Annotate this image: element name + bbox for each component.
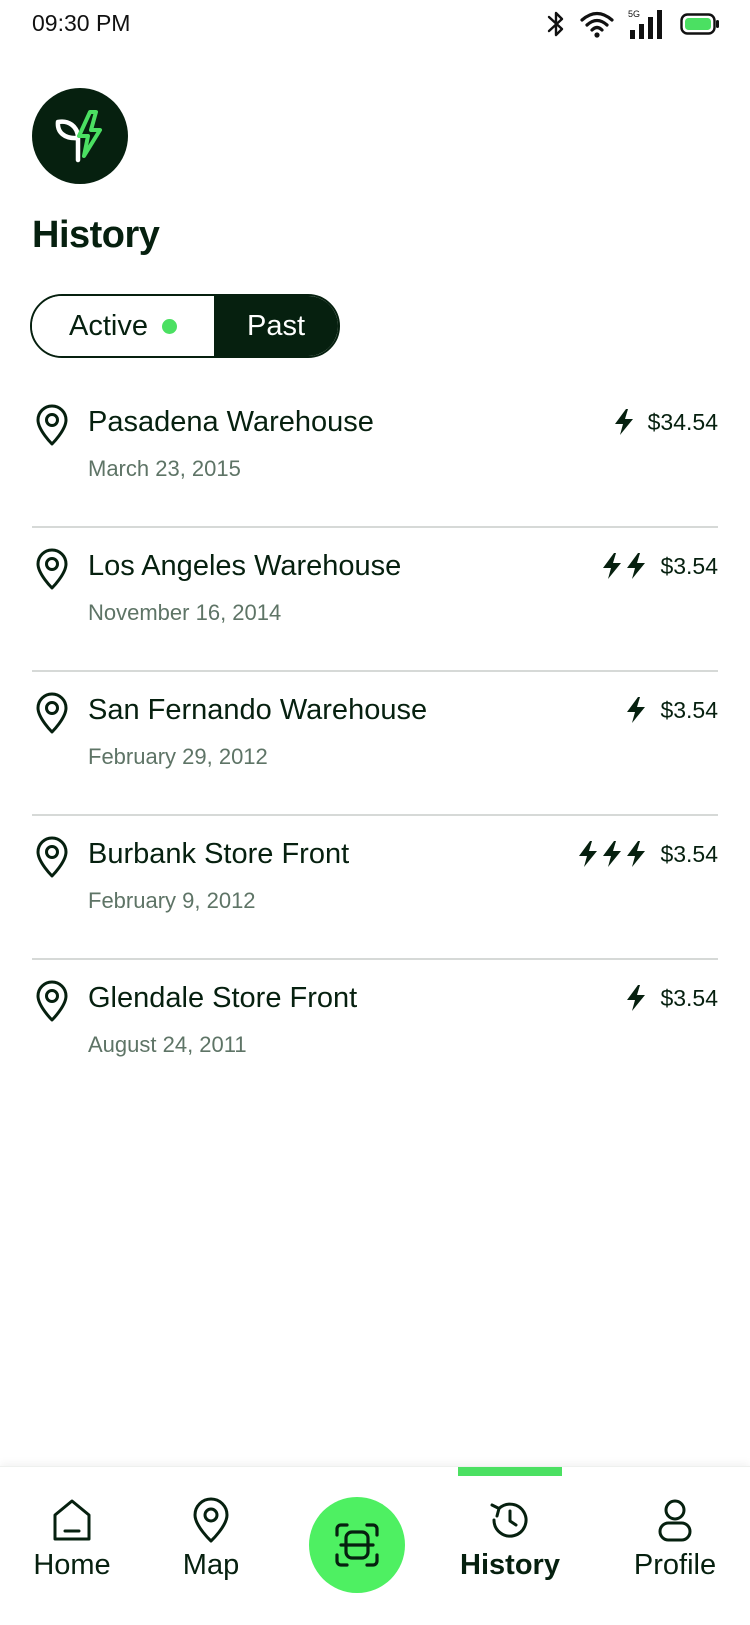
item-price: $34.54 <box>647 408 718 435</box>
item-date: August 24, 2011 <box>88 1032 247 1057</box>
active-status-dot <box>161 318 177 334</box>
item-name: San Fernando Warehouse <box>88 694 428 726</box>
history-list: Pasadena Warehouse March 23, 2015 $34.54… <box>32 384 718 1104</box>
bolt-icon <box>603 841 622 867</box>
nav-item-map[interactable]: Map <box>176 1497 246 1582</box>
item-price: $3.54 <box>660 984 718 1011</box>
leaf-bolt-logo-icon <box>55 110 102 163</box>
charge-level <box>624 696 648 724</box>
item-meta: $3.54 <box>624 984 718 1012</box>
tab-past-label: Past <box>246 309 306 342</box>
list-item[interactable]: San Fernando Warehouse February 29, 2012… <box>32 672 718 816</box>
bolt-icon <box>627 985 646 1011</box>
tab-active[interactable]: Active <box>32 296 214 356</box>
battery-icon <box>680 13 719 35</box>
item-meta: $3.54 <box>576 840 718 868</box>
bolt-icon <box>627 697 646 723</box>
tab-active-label: Active <box>69 309 148 342</box>
charge-level <box>612 408 636 436</box>
charge-level <box>600 552 648 580</box>
location-pin-icon <box>36 548 68 590</box>
location-pin-icon <box>36 404 68 446</box>
bolt-icon <box>627 841 646 867</box>
nav-label-home: Home <box>33 1549 111 1581</box>
list-item[interactable]: Los Angeles Warehouse November 16, 2014 … <box>32 528 718 672</box>
item-meta: $34.54 <box>612 408 718 436</box>
location-pin-icon <box>36 980 68 1022</box>
item-meta: $3.54 <box>624 696 718 724</box>
charge-level <box>576 840 648 868</box>
item-name: Los Angeles Warehouse <box>88 550 402 582</box>
item-name: Burbank Store Front <box>88 838 350 870</box>
nav-item-home[interactable]: Home <box>30 1497 114 1582</box>
nav-item-history[interactable]: History <box>456 1497 564 1582</box>
item-date: March 23, 2015 <box>88 456 241 481</box>
status-time: 09:30 PM <box>32 10 131 36</box>
list-item[interactable]: Burbank Store Front February 9, 2012 $3.… <box>32 816 718 960</box>
bolt-icon <box>627 553 646 579</box>
signal-icon: 5G <box>628 9 662 39</box>
item-name: Pasadena Warehouse <box>88 406 374 438</box>
item-meta: $3.54 <box>600 552 718 580</box>
item-price: $3.54 <box>660 696 718 723</box>
profile-icon <box>658 1499 692 1542</box>
wifi-icon <box>580 11 614 38</box>
bluetooth-icon <box>547 11 564 37</box>
bolt-icon <box>603 553 622 579</box>
charge-level <box>624 984 648 1012</box>
list-item[interactable]: Pasadena Warehouse March 23, 2015 $34.54 <box>32 384 718 528</box>
history-segment-toggle: Active Past <box>30 294 340 358</box>
bolt-icon <box>579 841 598 867</box>
tab-past[interactable]: Past <box>214 296 338 356</box>
map-pin-icon <box>193 1497 229 1543</box>
page-title: History <box>32 214 160 256</box>
item-date: February 9, 2012 <box>88 888 256 913</box>
nav-label-map: Map <box>182 1549 240 1581</box>
nav-label-profile: Profile <box>633 1549 717 1581</box>
bolt-icon <box>614 409 633 435</box>
nav-label-history: History <box>460 1549 560 1581</box>
status-bar: 09:30 PM 5G <box>0 0 750 50</box>
item-price: $3.54 <box>660 552 718 579</box>
location-pin-icon <box>36 836 68 878</box>
home-icon <box>53 1499 91 1541</box>
network-label: 5G <box>628 9 640 19</box>
history-clock-icon <box>490 1502 528 1538</box>
item-date: February 29, 2012 <box>88 744 268 769</box>
item-name: Glendale Store Front <box>88 982 358 1014</box>
list-item[interactable]: Glendale Store Front August 24, 2011 $3.… <box>32 960 718 1104</box>
app-logo <box>32 88 128 184</box>
bottom-nav: Home Map History Profile <box>0 1466 750 1625</box>
location-pin-icon <box>36 692 68 734</box>
item-date: November 16, 2014 <box>88 600 282 625</box>
nav-item-profile[interactable]: Profile <box>626 1497 724 1582</box>
scan-button[interactable] <box>309 1497 405 1593</box>
status-icons: 5G <box>546 8 720 40</box>
nav-active-indicator <box>458 1467 562 1476</box>
scan-icon <box>335 1523 379 1567</box>
item-price: $3.54 <box>660 840 718 867</box>
